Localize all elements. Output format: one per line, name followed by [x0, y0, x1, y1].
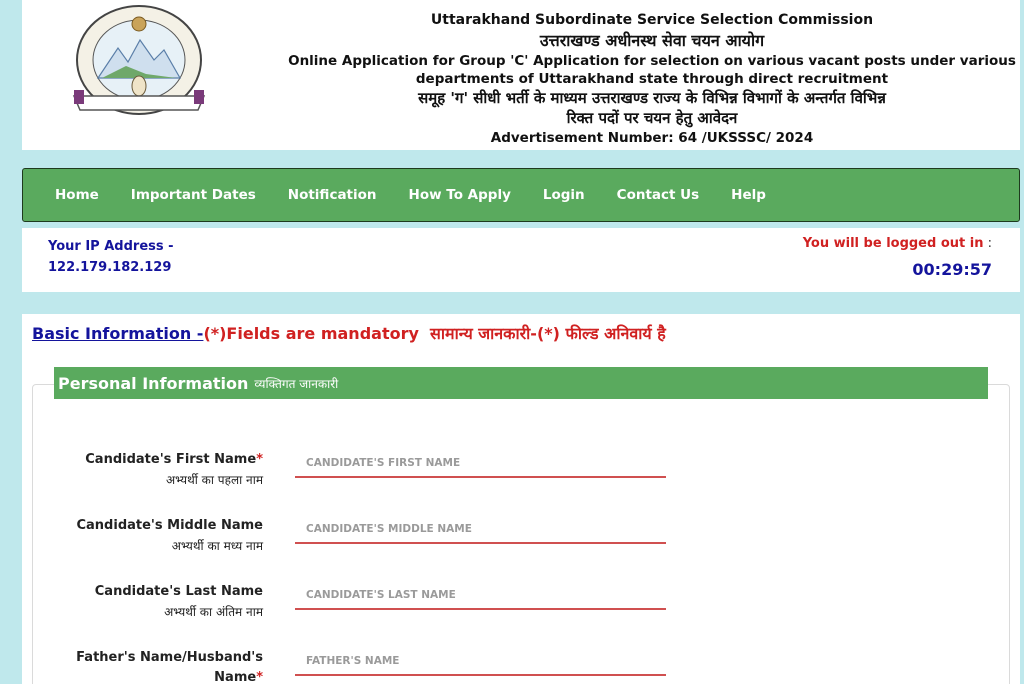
father-name-input[interactable] — [295, 648, 666, 676]
middle-name-label-hi: अभ्यर्थी का मध्य नाम — [171, 539, 263, 553]
ip-address-value: 122.179.182.129 — [48, 260, 172, 275]
father-name-row: Father's Name/Husband's Name* — [22, 648, 1020, 684]
application-title-hi-1: समूह 'ग' सीधी भर्ती के माध्यम उत्तराखण्ड… — [418, 89, 886, 107]
nav-notification[interactable]: Notification — [288, 187, 377, 203]
last-name-label: Candidate's Last Name अभ्यर्थी का अंतिम … — [95, 582, 263, 622]
application-title-en-2: departments of Uttarakhand state through… — [415, 71, 889, 87]
basic-information-link[interactable]: Basic Information - — [32, 324, 203, 343]
father-name-label-text: Father's Name/Husband's — [76, 650, 263, 665]
nav-help[interactable]: Help — [731, 187, 766, 203]
form-card: Basic Information -(*)Fields are mandato… — [22, 314, 1020, 684]
required-mark: * — [256, 452, 263, 467]
middle-name-row: Candidate's Middle Name अभ्यर्थी का मध्य… — [22, 516, 1020, 576]
logout-warning: You will be logged out in : — [803, 236, 992, 251]
basic-information-heading: Basic Information -(*)Fields are mandato… — [32, 322, 666, 344]
middle-name-label: Candidate's Middle Name अभ्यर्थी का मध्य… — [76, 516, 263, 556]
first-name-label: Candidate's First Name* अभ्यर्थी का पहला… — [85, 450, 263, 490]
personal-info-section-bar: Personal Information व्यक्तिगत जानकारी — [54, 367, 988, 399]
application-title-en-1: Online Application for Group 'C' Applica… — [288, 53, 1016, 69]
nav-login[interactable]: Login — [543, 187, 585, 203]
nav-contact-us[interactable]: Contact Us — [617, 187, 700, 203]
ip-address-block: Your IP Address - 122.179.182.129 — [48, 236, 174, 278]
logout-warning-text: You will be logged out in — [802, 236, 984, 251]
first-name-label-text: Candidate's First Name — [85, 452, 257, 467]
nav-important-dates[interactable]: Important Dates — [131, 187, 256, 203]
header-text: Uttarakhand Subordinate Service Selectio… — [282, 10, 1022, 148]
mandatory-note-hi: सामान्य जानकारी-(*) फील्ड अनिवार्य है — [430, 324, 666, 343]
last-name-label-text: Candidate's Last Name — [94, 584, 263, 599]
logout-colon: : — [983, 236, 992, 251]
main-navbar: Home Important Dates Notification How To… — [22, 168, 1020, 222]
section-subtitle: व्यक्तिगत जानकारी — [254, 376, 339, 391]
last-name-input[interactable] — [295, 582, 666, 610]
session-info-card: Your IP Address - 122.179.182.129 You wi… — [22, 228, 1020, 292]
commission-name-hi: उत्तराखण्ड अधीनस्थ सेवा चयन आयोग — [539, 31, 765, 50]
middle-name-label-text: Candidate's Middle Name — [76, 518, 263, 533]
advertisement-number: Advertisement Number: 64 /UKSSSC/ 2024 — [490, 130, 814, 146]
application-title-hi-2: रिक्त पदों पर चयन हेतु आवेदन — [566, 109, 738, 127]
first-name-row: Candidate's First Name* अभ्यर्थी का पहला… — [22, 450, 1020, 510]
section-title: Personal Information — [58, 373, 249, 393]
ip-address-label: Your IP Address - — [48, 239, 174, 254]
middle-name-input[interactable] — [295, 516, 666, 544]
session-timer: 00:29:57 — [912, 260, 992, 279]
father-name-label: Father's Name/Husband's Name* — [76, 648, 263, 684]
last-name-row: Candidate's Last Name अभ्यर्थी का अंतिम … — [22, 582, 1020, 642]
nav-how-to-apply[interactable]: How To Apply — [409, 187, 511, 203]
first-name-input[interactable] — [295, 450, 666, 478]
father-name-label-cont-text: Name — [214, 670, 257, 684]
uksssc-logo-icon — [66, 4, 212, 120]
header-card: Uttarakhand Subordinate Service Selectio… — [22, 0, 1020, 150]
nav-home[interactable]: Home — [55, 187, 99, 203]
commission-name-en: Uttarakhand Subordinate Service Selectio… — [430, 12, 874, 28]
first-name-label-hi: अभ्यर्थी का पहला नाम — [165, 473, 263, 487]
last-name-label-hi: अभ्यर्थी का अंतिम नाम — [164, 605, 263, 619]
required-mark: * — [256, 670, 263, 684]
father-name-label-cont: Name* — [76, 668, 263, 684]
mandatory-note-en: (*)Fields are mandatory — [203, 324, 419, 343]
